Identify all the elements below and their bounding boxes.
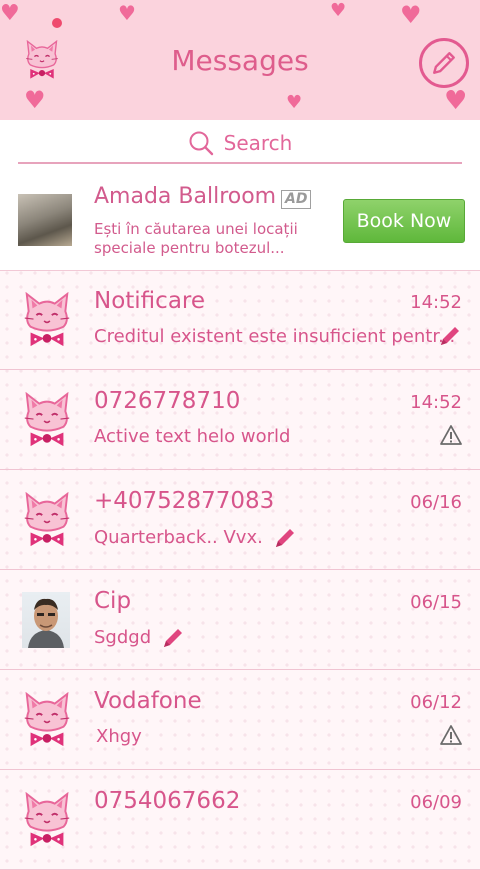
conversation-row[interactable]: 0726778710 14:52 Active text helo world <box>0 370 480 470</box>
cat-avatar-icon <box>23 392 71 448</box>
ad-thumbnail-image <box>18 194 72 246</box>
message-time: 06/12 <box>410 692 462 713</box>
search-bar[interactable]: Search <box>0 120 480 170</box>
compose-button[interactable] <box>419 38 469 88</box>
message-snippet: Xhgy <box>96 726 142 747</box>
heart-decoration-icon: ♥ <box>0 1 20 26</box>
message-time: 14:52 <box>410 292 462 313</box>
message-snippet: Quarterback.. Vvx. <box>94 527 263 548</box>
heart-decoration-icon: ♥ <box>286 92 303 113</box>
message-snippet: Creditul existent este insuficient pentr… <box>94 326 456 347</box>
ad-title: Amada Ballroom <box>94 184 277 209</box>
contact-name: 0726778710 <box>94 388 241 414</box>
book-now-button[interactable]: Book Now <box>343 199 465 243</box>
contact-name: +40752877083 <box>94 488 275 514</box>
conversation-row[interactable]: Notificare 14:52 Creditul existent este … <box>0 270 480 370</box>
message-snippet: Sgdgd <box>94 627 152 648</box>
message-snippet-wrap: Sgdgd <box>94 626 185 650</box>
warning-icon <box>440 425 462 445</box>
cat-avatar-icon <box>23 292 71 348</box>
contact-photo-image <box>28 598 64 648</box>
contact-name: 0754067662 <box>94 788 241 814</box>
heart-decoration-icon: ♥ <box>24 86 46 114</box>
message-snippet: Active text helo world <box>94 426 291 447</box>
contact-name: Notificare <box>94 288 206 314</box>
contact-photo-avatar <box>22 592 70 648</box>
page-title: Messages <box>171 44 309 77</box>
draft-pencil-icon <box>275 529 294 547</box>
cat-avatar-icon <box>23 692 71 748</box>
search-icon <box>189 131 213 156</box>
conversation-row[interactable]: Cip 06/15 Sgdgd <box>0 570 480 670</box>
message-time: 14:52 <box>410 392 462 413</box>
conversation-row[interactable]: 0754067662 06/09 <box>0 770 480 870</box>
search-placeholder: Search <box>223 131 293 155</box>
message-time: 06/09 <box>410 792 462 813</box>
draft-pencil-icon <box>164 629 183 647</box>
contact-name: Vodafone <box>94 688 202 714</box>
conversation-row[interactable]: +40752877083 06/16 Quarterback.. Vvx. <box>0 470 480 570</box>
cat-avatar-icon <box>23 792 71 848</box>
draft-pencil-icon <box>441 327 459 345</box>
cat-avatar-icon <box>23 492 71 548</box>
conversation-row[interactable]: Vodafone 06/12 Xhgy <box>0 670 480 770</box>
heart-decoration-icon: ♥ <box>444 86 468 116</box>
ad-badge: AD <box>281 190 312 209</box>
ad-description: Ești în căutarea unei locații speciale p… <box>94 220 298 257</box>
contact-name: Cip <box>94 588 132 614</box>
pencil-icon <box>433 52 455 74</box>
heart-decoration-icon: ♥ <box>400 1 422 29</box>
dot-decoration <box>52 18 62 28</box>
search-input[interactable]: Search <box>18 124 462 164</box>
heart-decoration-icon: ♥ <box>118 1 136 25</box>
app-header: ♥ ♥ ♥ ♥ ♥ ♥ ♥ Messages <box>0 0 480 120</box>
message-snippet-wrap: Quarterback.. Vvx. <box>94 526 297 550</box>
message-time: 06/15 <box>410 592 462 613</box>
warning-icon <box>440 725 462 745</box>
message-time: 06/16 <box>410 492 462 513</box>
heart-decoration-icon: ♥ <box>330 0 347 21</box>
